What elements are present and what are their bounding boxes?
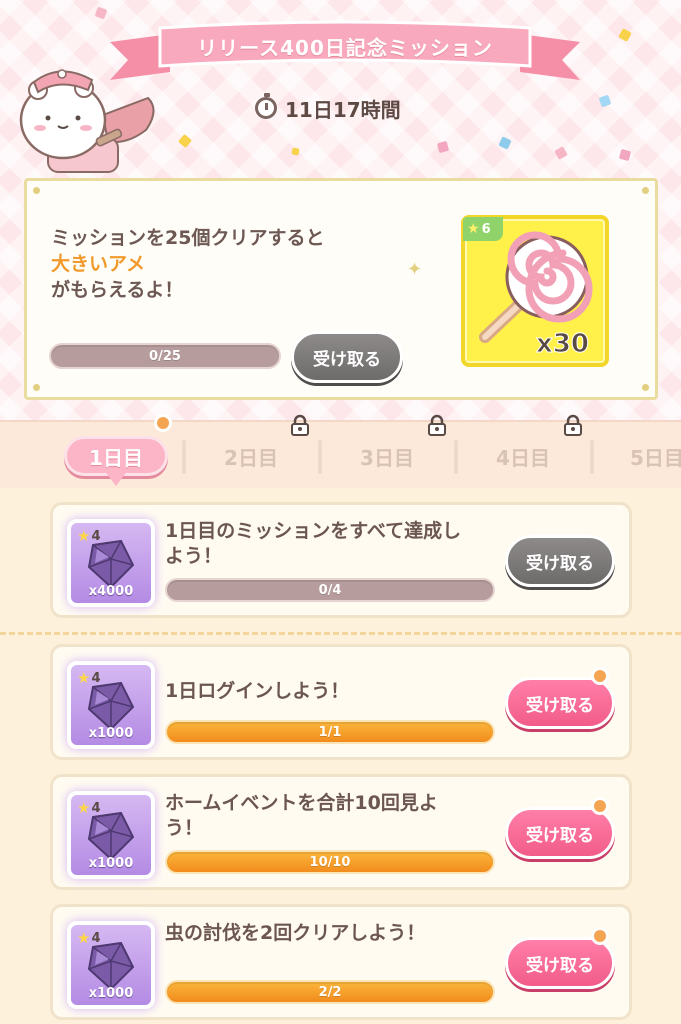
confetti (598, 94, 612, 108)
grand-mission-progress-text: 0/25 (149, 348, 181, 364)
page-title: リリース400日記念ミッション (197, 35, 493, 60)
tab-day-2[interactable]: 2日目 (186, 436, 316, 476)
active-tab-pointer (104, 470, 128, 486)
reward-quantity: x1000 (88, 856, 134, 871)
corner-dot (33, 384, 40, 391)
notification-dot (591, 927, 609, 945)
grand-mission-progress-bar: 0/25 (49, 343, 281, 369)
mission-description: 虫の討伐を2回クリアしよう！ (165, 922, 426, 944)
reward-quantity: x4000 (88, 584, 134, 599)
mission-card-daily-complete: ★ 4 x4000 1日目のミッションをすべて達成しよう！ 0/4 受け取る (50, 502, 632, 618)
claim-label: 受け取る (526, 553, 594, 574)
mission-progress-text: 0/4 (318, 582, 342, 598)
claim-label: 受け取る (526, 955, 594, 976)
confetti (94, 6, 108, 20)
stopwatch-icon (255, 93, 277, 119)
mission-description: ホームイベントを合計10回見よう！ (165, 792, 438, 839)
mission-description: 1日目のミッションをすべて達成しよう！ (165, 520, 462, 567)
confetti (291, 147, 300, 156)
confetti (618, 148, 632, 162)
confetti (618, 28, 632, 42)
mission-progress-text: 1/1 (318, 724, 342, 740)
tab-divider (590, 440, 594, 474)
section-divider (0, 632, 681, 635)
mission-progress-bar: 1/1 (165, 720, 495, 744)
corner-dot (642, 384, 649, 391)
grand-mission-claim-button[interactable]: 受け取る (291, 331, 403, 383)
mission-progress-bar: 0/4 (165, 578, 495, 602)
corner-dot (33, 187, 40, 194)
confetti (498, 136, 512, 150)
confetti (436, 140, 450, 154)
mission-card-bug-hunt: ★ 4 x1000 虫の討伐を2回クリアしよう！ 2/2 受け取る (50, 904, 632, 1020)
notification-dot (591, 797, 609, 815)
grand-mission-line1: ミッションを25個クリアすると (51, 227, 325, 249)
mission-progress-bar: 2/2 (165, 980, 495, 1004)
day-tabs: 1日目 2日目 3日目 4日目 5日目 (0, 414, 681, 488)
lock-icon (428, 414, 446, 436)
mission-progress-bar: 10/10 (165, 850, 495, 874)
confetti (554, 146, 568, 160)
mission-card-home-event: ★ 4 x1000 ホームイベントを合計10回見よう！ 10/10 受け取る (50, 774, 632, 890)
tab-day-5[interactable]: 5日目 (596, 436, 681, 476)
notification-dot (154, 414, 172, 432)
title-ribbon: リリース400日記念ミッション (110, 20, 580, 82)
reward-item[interactable]: ★ 4 x1000 (67, 791, 155, 879)
tab-label: 3日目 (360, 445, 414, 470)
reward-item[interactable]: ★ 4 x1000 (67, 661, 155, 749)
tab-day-4[interactable]: 4日目 (458, 436, 588, 476)
claim-label: 受け取る (526, 695, 594, 716)
grand-mission-text: ミッションを25個クリアすると 大きいアメ がもらえるよ！ (51, 225, 324, 303)
grand-mission-line3: がもらえるよ！ (51, 279, 184, 301)
reward-quantity: x1000 (88, 726, 134, 741)
claim-label: 受け取る (526, 825, 594, 846)
reward-item[interactable]: ★ 4 x1000 (67, 921, 155, 1009)
grand-mission-card: ミッションを25個クリアすると 大きいアメ がもらえるよ！ 0/25 受け取る … (24, 178, 658, 400)
tab-day-3[interactable]: 3日目 (322, 436, 452, 476)
tab-label: 2日目 (224, 445, 278, 470)
confetti (177, 133, 193, 149)
timer-text: 11日17時間 (285, 97, 401, 122)
mission-description: 1日ログインしよう！ (165, 680, 350, 702)
claim-label: 受け取る (313, 349, 381, 370)
event-timer: 11日17時間 (255, 93, 401, 122)
grand-mission-reward-name: 大きいアメ (51, 253, 146, 275)
mission-card-login: ★ 4 x1000 1日ログインしよう！ 1/1 受け取る (50, 644, 632, 760)
mission-progress-text: 2/2 (318, 984, 342, 1000)
mission-claim-button[interactable]: 受け取る (505, 535, 615, 587)
tab-label: 4日目 (496, 445, 550, 470)
lock-icon (564, 414, 582, 436)
sparkle-icon: ✦ (407, 259, 423, 280)
reward-quantity: x1000 (88, 986, 134, 1001)
grand-reward-box[interactable]: ★ 6 x30 (461, 215, 609, 367)
mission-progress-text: 10/10 (309, 854, 351, 870)
tab-label: 5日目 (630, 445, 681, 470)
reward-count: x30 (536, 329, 590, 360)
lock-icon (291, 414, 309, 436)
tab-label: 1日目 (89, 445, 143, 470)
corner-dot (642, 187, 649, 194)
reward-item[interactable]: ★ 4 x4000 (67, 519, 155, 607)
notification-dot (591, 667, 609, 685)
